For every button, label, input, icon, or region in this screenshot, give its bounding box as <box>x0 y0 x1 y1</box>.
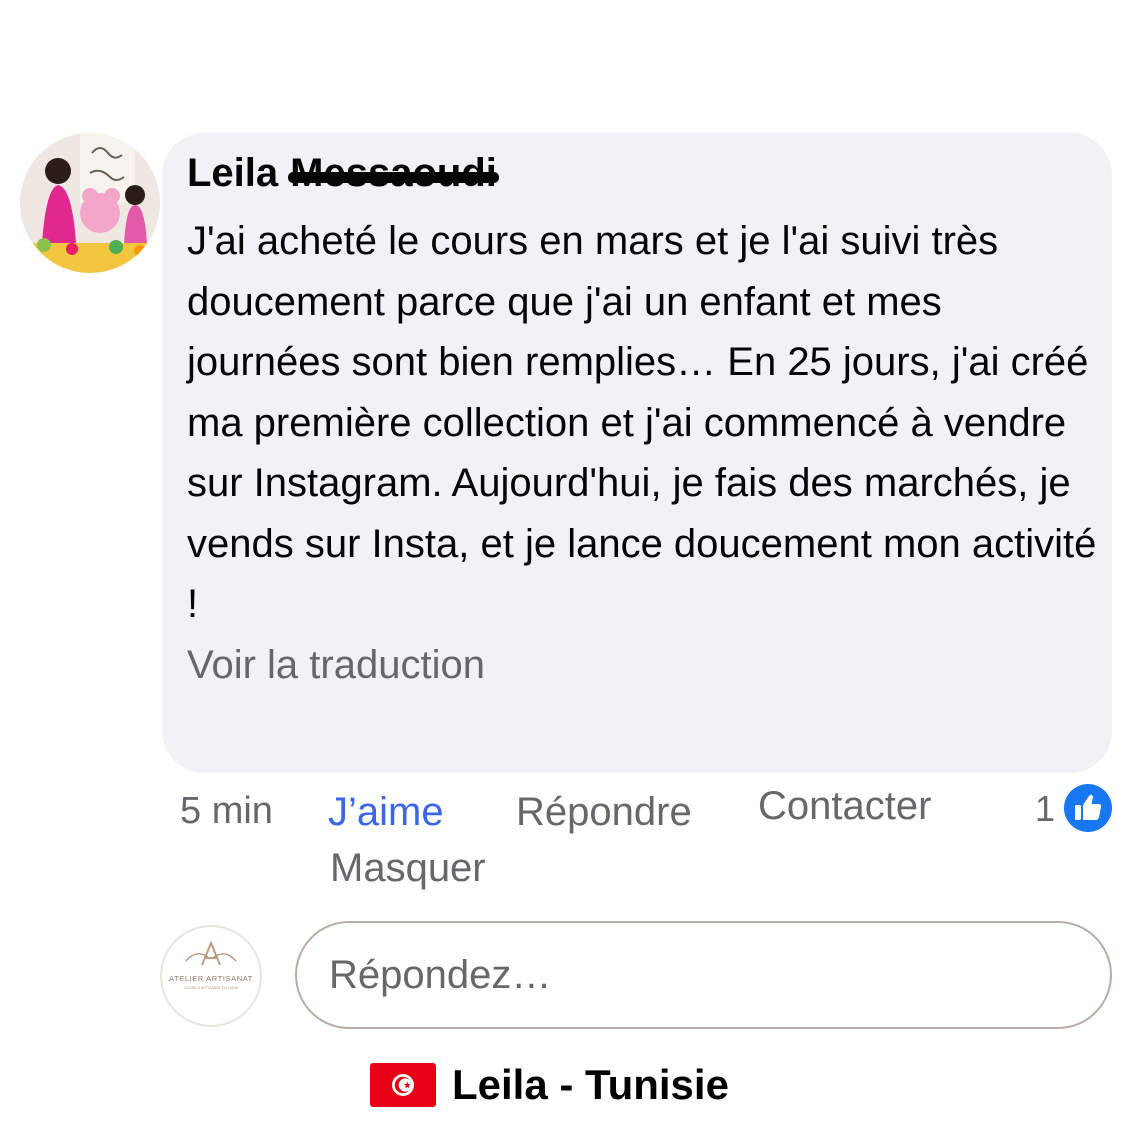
reply-input[interactable] <box>295 921 1112 1029</box>
like-button[interactable]: J’aime <box>328 790 444 835</box>
commenter-avatar[interactable] <box>20 133 160 273</box>
atelier-artisanat-logo: ATELIER ARTISANAT COURS D'ARTISANAT EN L… <box>169 940 253 990</box>
avatar-photo <box>20 133 160 273</box>
comment-timestamp: 5 min <box>180 790 273 832</box>
see-translation-link[interactable]: Voir la traduction <box>187 643 1088 688</box>
comment-bubble: Leila Messaoudi J'ai acheté le cours en … <box>162 133 1112 773</box>
page-logo-avatar[interactable]: ATELIER ARTISANAT COURS D'ARTISANAT EN L… <box>160 925 262 1027</box>
author-last-name-redacted: Messaoudi <box>288 151 499 196</box>
redaction-strike <box>288 172 499 184</box>
caption: Leila - Tunisie <box>370 1060 729 1110</box>
caption-text: Leila - Tunisie <box>452 1061 729 1108</box>
author-first-name[interactable]: Leila <box>187 151 278 196</box>
logo-title: ATELIER ARTISANAT <box>169 974 253 983</box>
hide-button[interactable]: Masquer <box>330 846 486 891</box>
comment-author: Leila Messaoudi <box>187 151 1088 209</box>
tunisia-flag-icon <box>370 1063 436 1107</box>
thumbs-up-icon[interactable] <box>1064 784 1112 832</box>
contact-button[interactable]: Contacter <box>758 784 931 829</box>
comment-text: J'ai acheté le cours en mars et je l'ai … <box>187 219 1097 626</box>
reaction-count[interactable]: 1 <box>1035 788 1055 830</box>
comment-actions: 5 min J’aime Répondre Contacter Masquer … <box>0 784 1138 894</box>
reply-button[interactable]: Répondre <box>516 790 692 835</box>
logo-subtitle: COURS D'ARTISANAT EN LIGNE <box>184 986 239 990</box>
